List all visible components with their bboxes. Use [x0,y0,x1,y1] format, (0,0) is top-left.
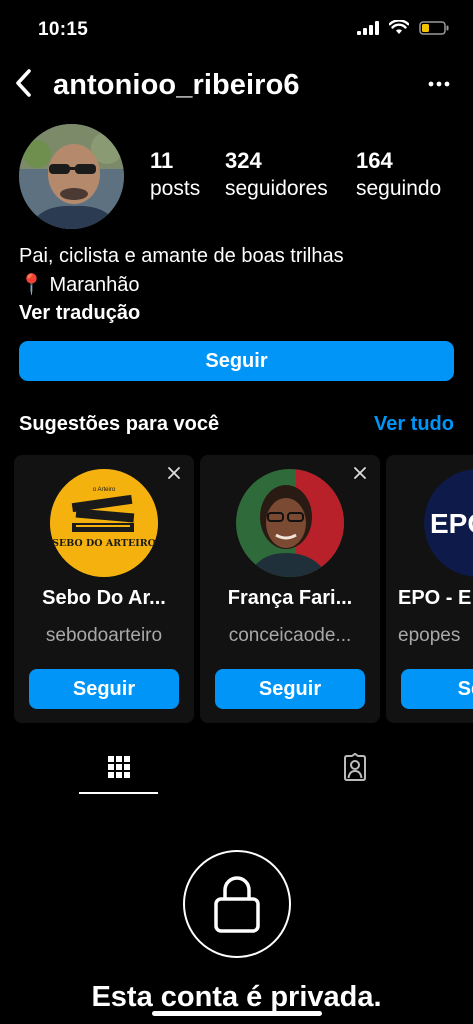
pin-icon: 📍 [19,274,44,296]
back-button[interactable] [10,66,36,100]
dismiss-suggestion-button[interactable] [164,463,184,483]
tab-posts-grid[interactable] [79,738,158,796]
more-horizontal-icon [428,81,450,87]
bio-location-text: Maranhão [49,274,140,296]
stat-posts-label: posts [150,177,201,200]
suggestion-avatar[interactable] [236,469,344,577]
private-account-message: Esta conta é privada. [91,981,382,1013]
profile-avatar[interactable] [19,124,124,229]
stat-followers[interactable]: 324 seguidores [225,147,328,203]
suggestion-card[interactable]: França Fari... conceicaode... Seguir [200,455,380,723]
suggestion-follow-button[interactable]: Seguir [29,669,179,709]
sebo-logo: SEBO DO ARTEIRO o Arteiro [50,469,158,577]
suggestion-follow-button[interactable]: Seguir [215,669,365,709]
tab-tagged[interactable] [315,738,394,796]
profile-username: antonioo_ribeiro6 [53,69,300,101]
stat-followers-label: seguidores [225,177,328,200]
home-indicator [152,1011,322,1016]
sebo-logo-tag: o Arteiro [93,487,116,493]
suggestion-name[interactable]: França Fari... [200,587,380,610]
tagged-person-icon [343,753,366,781]
status-icons [357,20,449,35]
suggestion-name[interactable]: Sebo Do Ar... [14,587,194,610]
suggestions-carousel[interactable]: SEBO DO ARTEIRO o Arteiro Sebo Do Ar... … [14,455,473,725]
active-tab-indicator [79,792,158,794]
close-icon [354,467,366,479]
sebo-logo-text: SEBO DO ARTEIRO [52,538,156,549]
more-options-button[interactable] [425,70,453,98]
profile-header: antonioo_ribeiro6 [0,58,473,114]
see-translation-link[interactable]: Ver tradução [19,302,140,325]
stat-following[interactable]: 164 seguindo [356,147,441,203]
bio-location: 📍 Maranhão [19,271,459,300]
battery-icon [419,20,449,35]
epo-logo: EPO [424,469,473,577]
suggestion-handle: epopes [398,625,461,646]
stat-posts[interactable]: 11 posts [150,147,200,203]
avatar-photo [236,469,344,577]
lock-icon [214,876,260,933]
suggestion-avatar[interactable]: SEBO DO ARTEIRO o Arteiro [50,469,158,577]
private-lock-badge [183,850,291,958]
suggestion-card[interactable]: EPO EPO - E epopes Seg [386,455,473,723]
stat-following-label: seguindo [356,177,442,200]
close-icon [168,467,180,479]
stat-followers-count: 324 [225,148,262,173]
suggestion-card[interactable]: SEBO DO ARTEIRO o Arteiro Sebo Do Ar... … [14,455,194,723]
epo-logo-text: EPO [430,508,473,539]
stat-posts-count: 11 [150,148,174,173]
suggestion-name[interactable]: EPO - E [386,587,473,610]
chevron-left-icon [16,69,31,97]
suggestions-title: Sugestões para você [19,413,220,435]
avatar-photo [19,124,124,229]
cellular-signal-icon [357,20,379,35]
dismiss-suggestion-button[interactable] [350,463,370,483]
follow-button[interactable]: Seguir [19,341,454,381]
profile-tabs [0,738,473,798]
stat-following-count: 164 [356,148,393,173]
profile-bio: Pai, ciclista e amante de boas trilhas 📍… [19,242,459,300]
status-time: 10:15 [38,19,89,40]
status-bar: 10:15 [0,0,473,58]
see-all-link[interactable]: Ver tudo [374,413,454,436]
suggestion-handle: sebodoarteiro [45,625,163,646]
suggestion-avatar[interactable]: EPO [424,469,473,577]
suggestion-follow-button[interactable]: Seg [401,669,473,709]
grid-icon [107,756,130,778]
wifi-icon [389,20,409,34]
bio-text: Pai, ciclista e amante de boas trilhas [19,245,344,267]
suggestion-handle: conceicaode... [228,625,352,646]
